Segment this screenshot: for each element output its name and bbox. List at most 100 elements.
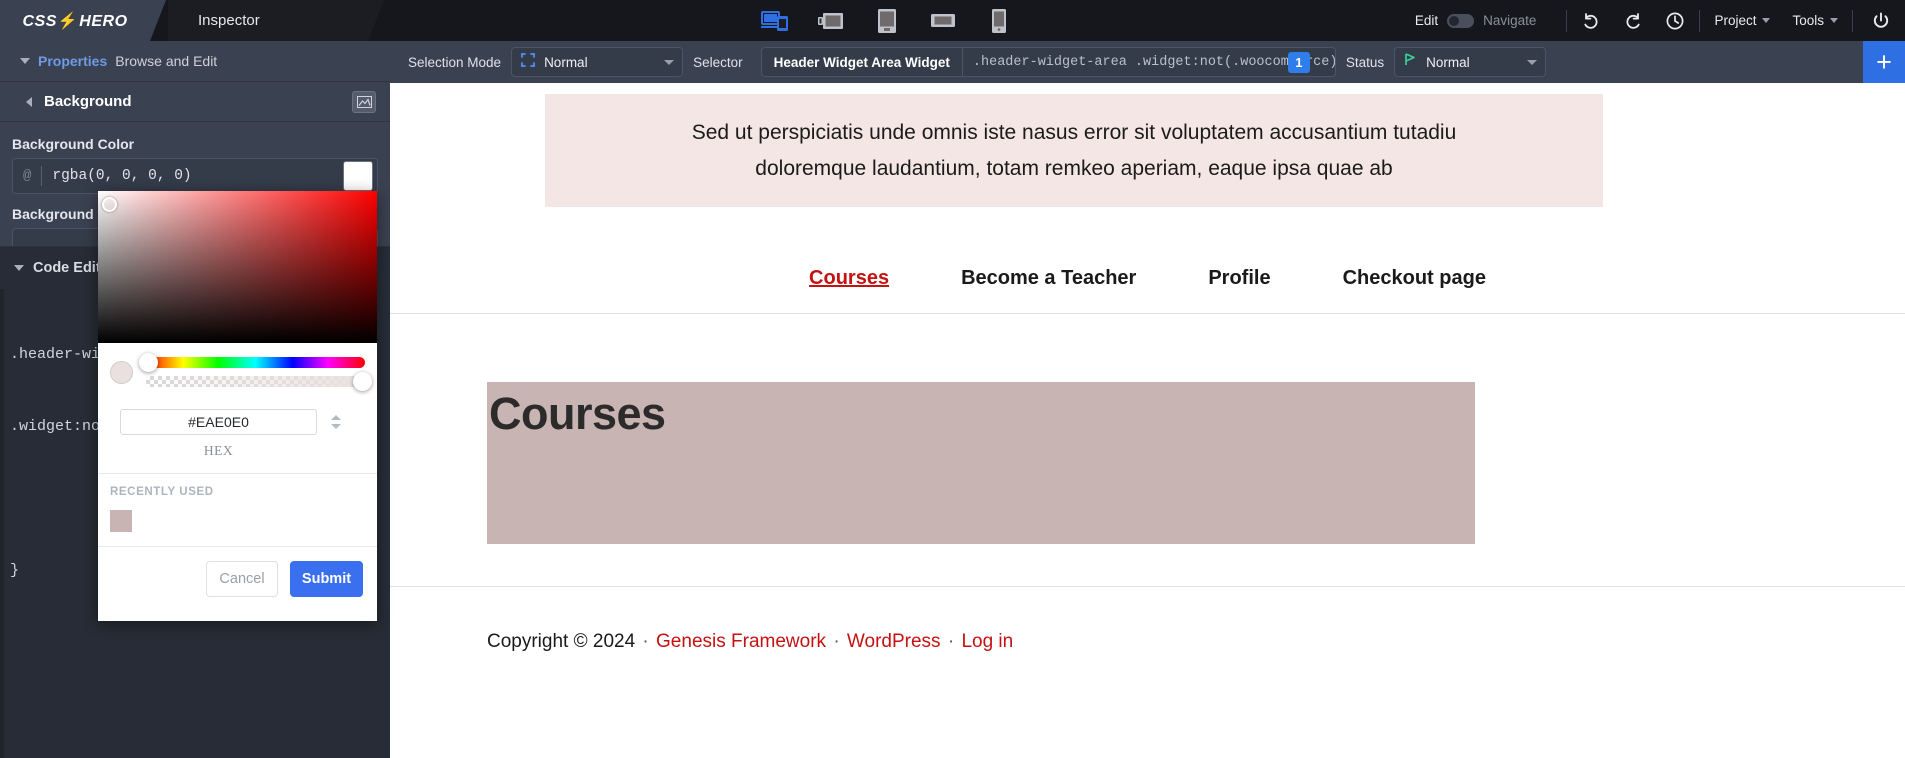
redo-icon[interactable] <box>1623 11 1643 31</box>
cancel-button[interactable]: Cancel <box>206 560 278 597</box>
brand-text-hero: HERO <box>79 12 128 30</box>
menu-tools[interactable]: Tools <box>1792 13 1838 28</box>
footer-link-wordpress[interactable]: WordPress <box>847 631 941 652</box>
selector-label: Selector <box>693 54 743 70</box>
saturation-value-area[interactable] <box>98 191 377 343</box>
play-status-icon <box>1404 53 1417 71</box>
chevron-down-icon[interactable] <box>331 424 341 429</box>
properties-breadcrumb[interactable]: Properties Browse and Edit <box>0 41 390 82</box>
background-color-swatch[interactable] <box>343 161 373 191</box>
chevron-left-icon[interactable] <box>26 96 32 107</box>
hex-input-row: #EAE0E0 <box>120 409 355 435</box>
history-controls <box>1581 11 1685 31</box>
chevron-down-icon <box>664 59 675 65</box>
nav-item-become-a-teacher[interactable]: Become a Teacher <box>925 267 1172 290</box>
brand-logo-tab[interactable]: CSS⚡HERO <box>0 0 166 41</box>
header-widget-line-1: Sed ut perspiciatis unde omnis iste nasu… <box>691 120 1457 144</box>
footer-credits: Copyright © 2024 · Genesis Framework · W… <box>487 631 1013 653</box>
nav-item-courses[interactable]: Courses <box>773 267 925 290</box>
add-property-button[interactable]: + <box>1863 41 1905 83</box>
chevron-down-icon <box>20 58 30 64</box>
device-tablet-landscape-icon[interactable] <box>928 8 958 34</box>
recently-used-swatch[interactable] <box>110 510 132 532</box>
submit-button[interactable]: Submit <box>290 560 363 597</box>
undo-icon[interactable] <box>1581 11 1601 31</box>
status-dropdown[interactable]: Normal <box>1394 47 1547 77</box>
chevron-down-icon <box>1527 59 1538 65</box>
chevron-down-icon <box>1762 18 1771 23</box>
code-editor-gutter <box>0 289 4 758</box>
format-stepper[interactable] <box>331 415 341 429</box>
lightning-bolt-icon: ⚡ <box>57 12 79 30</box>
selector-css-value: .header-widget-area .widget:not(.woocomm… <box>972 54 1335 70</box>
alpha-slider-handle[interactable] <box>353 372 372 391</box>
top-toolbar: CSS⚡HERO Inspector Edit Navigate Project… <box>0 0 1905 41</box>
selector-friendly-name: Header Widget Area Widget <box>762 48 963 76</box>
website-preview-frame: Sed ut perspiciatis unde omnis iste nasu… <box>390 83 1905 758</box>
edit-navigate-toggle-group: Edit Navigate <box>1415 13 1553 28</box>
edit-navigate-toggle[interactable] <box>1447 13 1475 28</box>
hue-slider[interactable] <box>139 353 365 372</box>
hex-format-label: HEX <box>203 443 234 458</box>
image-icon[interactable] <box>352 90 376 113</box>
picker-footer: Cancel Submit <box>98 546 377 610</box>
status-label: Status <box>1345 54 1385 70</box>
header-widget-line-2: doloremque laudantium, totam remkeo aper… <box>755 156 1393 180</box>
selection-mode-label: Selection Mode <box>408 54 502 70</box>
top-right-controls: Edit Navigate Project Tools <box>1415 0 1905 41</box>
history-clock-icon[interactable] <box>1665 11 1685 31</box>
selector-css-text[interactable]: .header-widget-area .widget:not(.woocomm… <box>963 48 1335 76</box>
selector-match-count-badge: 1 <box>1287 52 1310 73</box>
power-icon[interactable] <box>1867 11 1891 31</box>
edit-label: Edit <box>1414 13 1439 28</box>
background-color-field[interactable]: @ rgba(0, 0, 0, 0) <box>12 158 378 194</box>
header-widget-area[interactable]: Sed ut perspiciatis unde omnis iste nasu… <box>545 94 1603 207</box>
background-color-value[interactable]: rgba(0, 0, 0, 0) <box>52 168 343 184</box>
footer-link-genesis[interactable]: Genesis Framework <box>656 631 826 652</box>
chevron-up-icon[interactable] <box>331 415 341 420</box>
selection-mode-dropdown[interactable]: Normal <box>511 47 684 77</box>
selector-toolbar: Selection Mode Normal Selector Header Wi… <box>390 41 1905 83</box>
footer-separator: · <box>947 630 955 652</box>
footer-separator: · <box>833 630 840 652</box>
app-root: CSS⚡HERO Inspector Edit Navigate Project… <box>0 0 1905 758</box>
device-desktop-icon[interactable] <box>816 8 846 34</box>
divider <box>1852 9 1853 32</box>
device-preview-switcher <box>760 0 1014 41</box>
top-menus: Project Tools <box>1714 13 1838 28</box>
footer-link-login[interactable]: Log in <box>961 631 1013 652</box>
background-section-title: Background <box>44 93 132 110</box>
menu-tools-label: Tools <box>1792 13 1824 28</box>
device-responsive-icon[interactable] <box>760 8 790 34</box>
device-tablet-portrait-icon[interactable] <box>872 8 902 34</box>
plus-icon: + <box>1876 46 1892 77</box>
brand-text-css: CSS <box>22 12 57 30</box>
tab-inspector-label: Inspector <box>198 12 260 29</box>
background-color-label: Background Color <box>12 136 135 152</box>
menu-project-label: Project <box>1714 13 1757 28</box>
device-mobile-icon[interactable] <box>984 8 1014 34</box>
color-preview-dot <box>110 360 133 384</box>
page-hero-block: Courses <box>487 382 1475 544</box>
status-value: Normal <box>1426 54 1470 70</box>
properties-link[interactable]: Properties <box>38 53 107 69</box>
slider-column <box>139 353 372 391</box>
tab-inspector[interactable]: Inspector <box>168 0 384 41</box>
nav-item-profile[interactable]: Profile <box>1172 267 1306 290</box>
hue-slider-handle[interactable] <box>139 353 158 372</box>
picker-sliders <box>98 343 377 397</box>
footer-separator: · <box>642 630 649 652</box>
menu-project[interactable]: Project <box>1714 13 1771 28</box>
hex-input-group: #EAE0E0 HEX <box>98 397 377 459</box>
hex-input[interactable]: #EAE0E0 <box>120 409 317 435</box>
site-footer: Copyright © 2024 · Genesis Framework · W… <box>390 586 1905 696</box>
selection-mode-icon <box>521 52 536 72</box>
at-symbol-icon: @ <box>23 168 32 184</box>
nav-item-checkout-page[interactable]: Checkout page <box>1307 267 1522 290</box>
properties-subtitle: Browse and Edit <box>115 53 218 69</box>
background-section-header[interactable]: Background <box>0 82 390 122</box>
selector-field[interactable]: Header Widget Area Widget .header-widget… <box>760 47 1336 77</box>
saturation-handle[interactable] <box>102 197 117 212</box>
alpha-slider[interactable] <box>146 372 372 391</box>
divider <box>1699 9 1701 32</box>
